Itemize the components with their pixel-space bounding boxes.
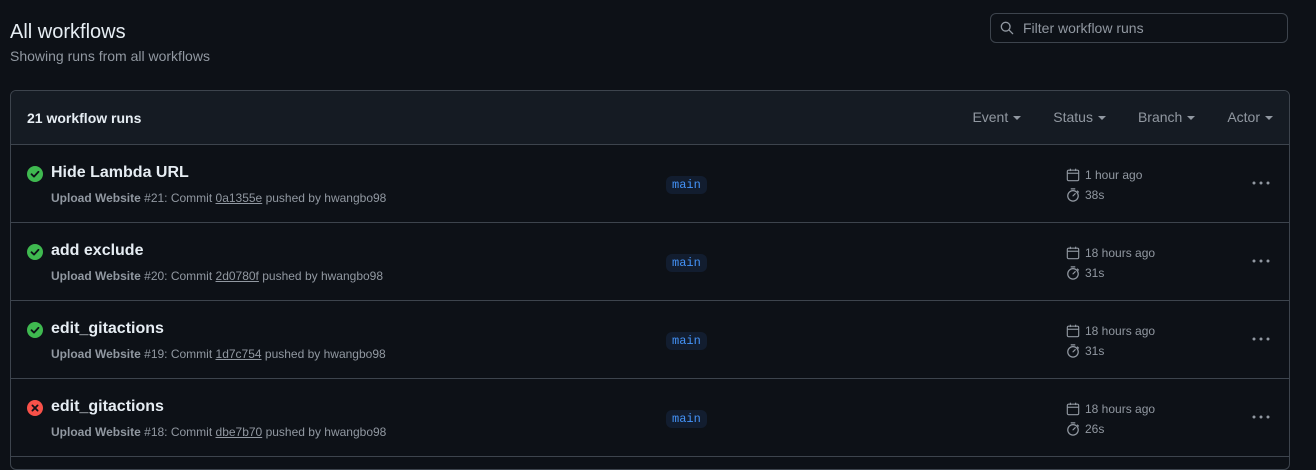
actor-filter-label: Actor (1227, 109, 1260, 125)
workflow-name: Upload Website (51, 191, 141, 205)
run-title-link[interactable]: Hide Lambda URL (51, 163, 189, 183)
run-number: #18 (144, 425, 165, 439)
created-text: 1 hour ago (1085, 168, 1143, 182)
run-meta: Upload Website #18: Commit dbe7b70 pushe… (51, 424, 386, 440)
check-circle-icon (27, 166, 43, 182)
branch-filter-label: Branch (1137, 109, 1183, 125)
commit-prefix: : Commit (164, 425, 216, 439)
workflow-name: Upload Website (51, 347, 141, 361)
run-title-link[interactable]: edit_gitactions (51, 397, 164, 417)
run-duration: 31s (1066, 343, 1104, 359)
duration-text: 31s (1085, 266, 1105, 280)
triangle-down-icon (1265, 116, 1273, 120)
workflow-run-row[interactable]: Hide Lambda URL Upload Website #21: Comm… (11, 145, 1289, 223)
workflow-runs-list: 21 workflow runs Event Status Branch Act… (10, 90, 1290, 470)
triangle-down-icon (1187, 116, 1196, 120)
run-number: #19 (144, 347, 165, 361)
search-icon (1000, 21, 1014, 35)
branch-filter[interactable]: Branch (1137, 109, 1196, 125)
stopwatch-icon (1067, 422, 1080, 436)
branch-label[interactable]: main (666, 254, 707, 272)
workflow-run-row[interactable]: add exclude Upload Website #20: Commit 2… (11, 223, 1289, 301)
duration-text: 31s (1085, 344, 1105, 358)
runs-list-header: 21 workflow runs Event Status Branch Act… (11, 91, 1289, 145)
run-title-link[interactable]: add exclude (51, 241, 143, 261)
created-text: 18 hours ago (1085, 402, 1156, 416)
kebab-horizontal-icon (1252, 415, 1270, 419)
event-filter[interactable]: Event (972, 109, 1022, 125)
commit-sha-link[interactable]: 2d0780f (216, 269, 259, 283)
commit-sha-link[interactable]: 0a1355e (216, 191, 263, 205)
kebab-horizontal-icon (1252, 181, 1270, 185)
run-duration: 31s (1066, 265, 1104, 281)
actor-filter[interactable]: Actor (1227, 109, 1273, 125)
pushed-by: pushed by hwangbo98 (262, 425, 387, 439)
stopwatch-icon (1067, 266, 1080, 280)
triangle-down-icon (1097, 116, 1106, 120)
more-actions-button[interactable] (1247, 327, 1275, 351)
workflow-run-row[interactable]: edit_gitactions Upload Website #18: Comm… (11, 379, 1289, 457)
calendar-icon (1066, 168, 1080, 182)
stopwatch-icon (1067, 344, 1080, 358)
run-number: #21 (144, 191, 165, 205)
filter-bar: Event Status Branch Actor (972, 109, 1273, 125)
calendar-icon (1066, 246, 1080, 260)
stopwatch-icon (1067, 188, 1080, 202)
branch-label[interactable]: main (666, 176, 707, 194)
workflow-run-row[interactable]: edit_gitactions Upload Website #19: Comm… (11, 301, 1289, 379)
status-filter-label: Status (1053, 109, 1093, 125)
run-created-time: 18 hours ago (1066, 401, 1155, 417)
filter-runs-input[interactable] (1023, 18, 1279, 38)
commit-prefix: : Commit (164, 347, 216, 361)
created-text: 18 hours ago (1085, 324, 1156, 338)
commit-sha-link[interactable]: dbe7b70 (216, 425, 263, 439)
run-duration: 38s (1066, 187, 1104, 203)
runs-count: 21 workflow runs (27, 110, 142, 126)
run-duration: 26s (1066, 421, 1104, 437)
branch-label[interactable]: main (666, 332, 707, 350)
run-meta: Upload Website #21: Commit 0a1355e pushe… (51, 190, 386, 206)
created-text: 18 hours ago (1085, 246, 1156, 260)
run-created-time: 18 hours ago (1066, 245, 1155, 261)
workflow-name: Upload Website (51, 425, 141, 439)
more-actions-button[interactable] (1247, 171, 1275, 195)
pushed-by: pushed by hwangbo98 (258, 269, 384, 283)
commit-sha-link[interactable]: 1d7c754 (216, 347, 262, 361)
run-number: #20 (144, 269, 165, 283)
triangle-down-icon (1013, 116, 1022, 120)
page-subtitle: Showing runs from all workflows (10, 48, 210, 64)
more-actions-button[interactable] (1247, 405, 1275, 429)
run-title-link[interactable]: edit_gitactions (51, 319, 164, 339)
commit-prefix: : Commit (164, 191, 216, 205)
duration-text: 38s (1085, 188, 1105, 202)
check-circle-icon (27, 322, 43, 338)
x-circle-icon (27, 400, 43, 416)
kebab-horizontal-icon (1252, 259, 1270, 263)
run-meta: Upload Website #20: Commit 2d0780f pushe… (51, 268, 383, 284)
page-title: All workflows (10, 21, 126, 43)
calendar-icon (1066, 324, 1080, 338)
check-circle-icon (27, 244, 43, 260)
run-created-time: 1 hour ago (1066, 167, 1142, 183)
status-filter[interactable]: Status (1053, 109, 1106, 125)
duration-text: 26s (1085, 422, 1105, 436)
pushed-by: pushed by hwangbo98 (261, 347, 386, 361)
branch-label[interactable]: main (666, 410, 707, 428)
page-header: All workflows Showing runs from all work… (10, 0, 1290, 90)
commit-prefix: : Commit (164, 269, 216, 283)
kebab-horizontal-icon (1252, 337, 1270, 341)
workflow-name: Upload Website (51, 269, 141, 283)
calendar-icon (1066, 402, 1080, 416)
pushed-by: pushed by hwangbo98 (262, 191, 387, 205)
event-filter-label: Event (972, 109, 1009, 125)
run-created-time: 18 hours ago (1066, 323, 1155, 339)
filter-runs-search[interactable] (990, 13, 1288, 43)
more-actions-button[interactable] (1247, 249, 1275, 273)
run-meta: Upload Website #19: Commit 1d7c754 pushe… (51, 346, 386, 362)
